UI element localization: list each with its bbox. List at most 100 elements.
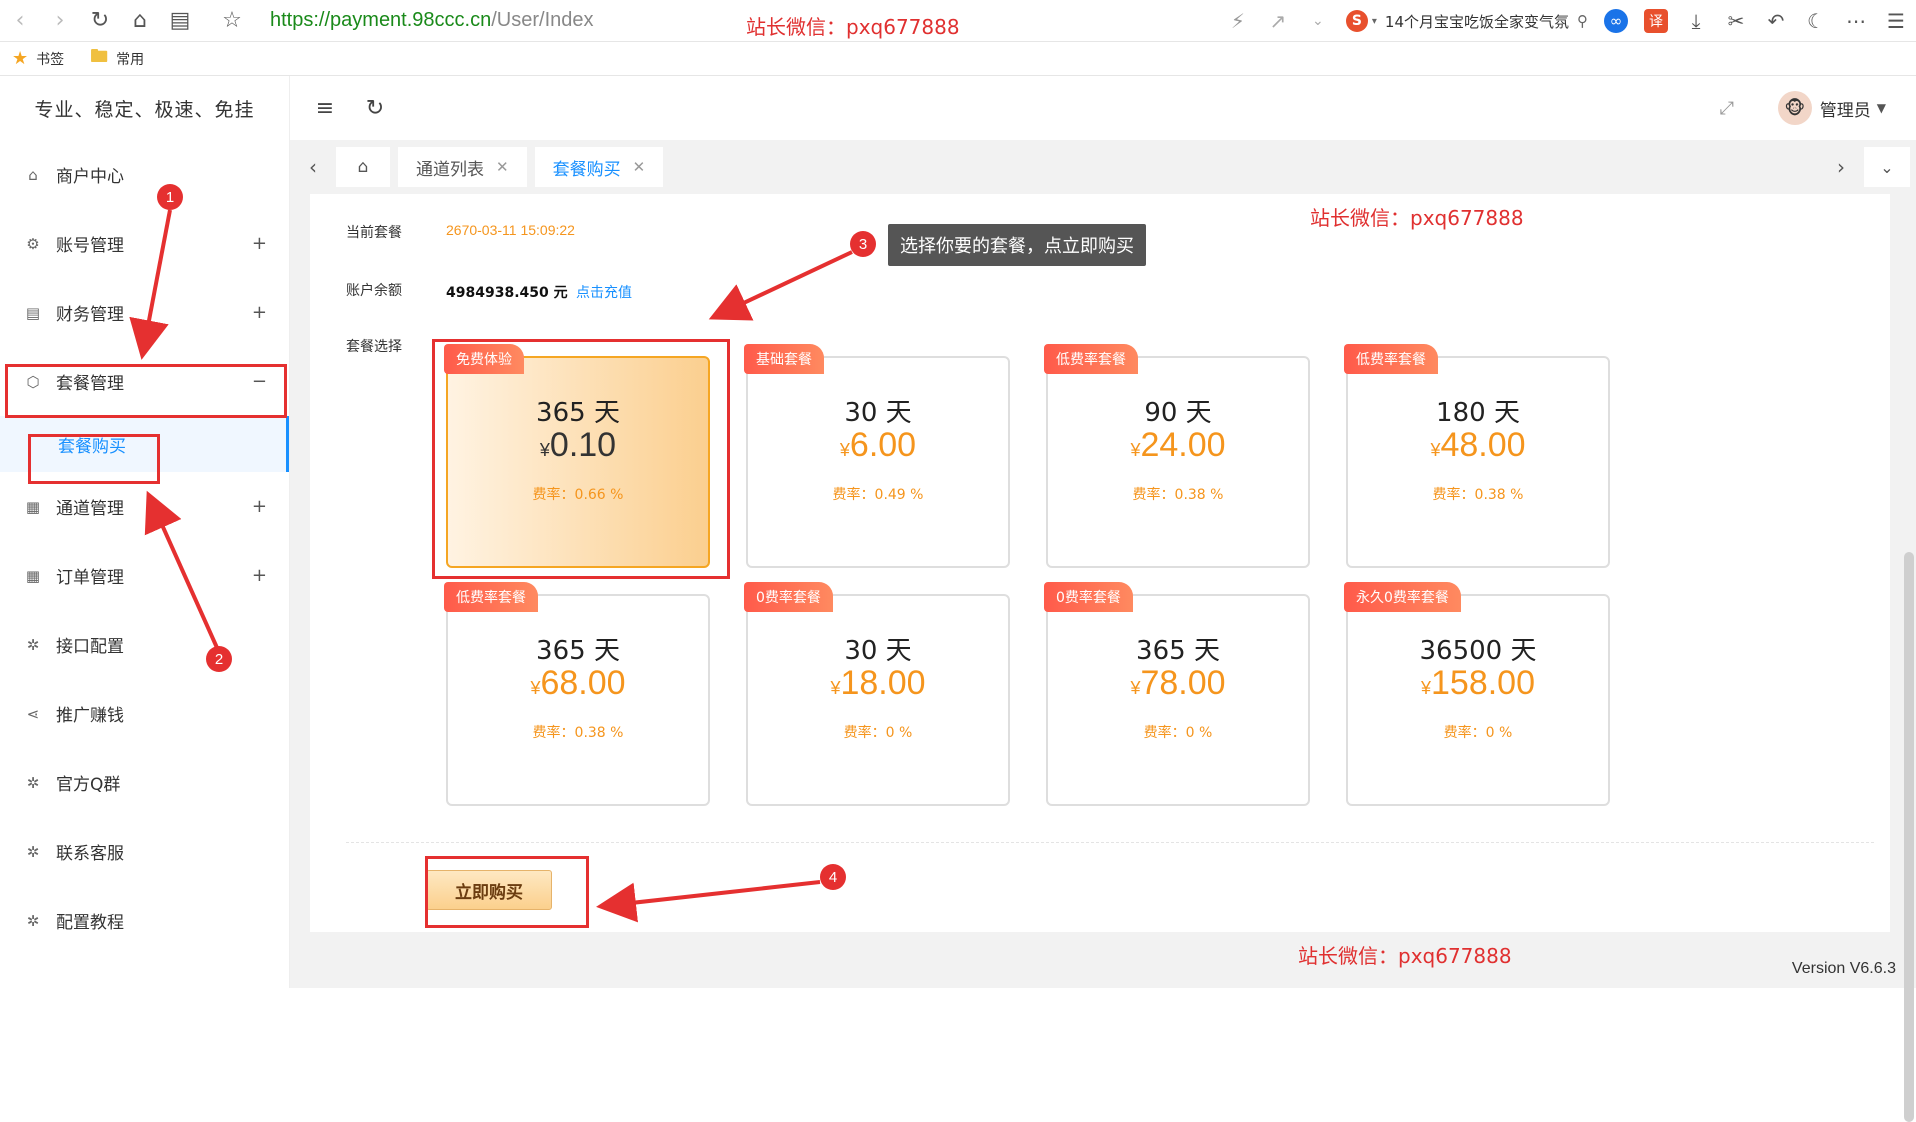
gear-icon: ⚙ bbox=[26, 234, 40, 253]
expand-icon[interactable]: + bbox=[252, 302, 267, 323]
package-tag: 低费率套餐 bbox=[1344, 344, 1438, 374]
package-rate: 费率：0 % bbox=[843, 725, 913, 741]
step-badge-4: 4 bbox=[820, 864, 846, 890]
tab-package-purchase[interactable]: 套餐购买 ✕ bbox=[534, 147, 664, 187]
package-tag: 0费率套餐 bbox=[1044, 582, 1133, 612]
forward-icon[interactable]: › bbox=[40, 0, 80, 42]
package-tag: 永久0费率套餐 bbox=[1344, 582, 1461, 612]
grid-icon: ▦ bbox=[25, 497, 41, 516]
download-icon[interactable]: ⤓ bbox=[1676, 0, 1716, 42]
scissors-icon[interactable]: ✂ bbox=[1716, 0, 1756, 42]
package-price: ¥18.00 bbox=[748, 664, 1008, 703]
infinity-icon[interactable]: ∞ bbox=[1596, 0, 1636, 42]
tab-bar: ‹ ⌂ 通道列表 ✕ 套餐购买 ✕ › ⌄ bbox=[290, 140, 1916, 194]
package-option-5[interactable]: 0费率套餐 30 天 ¥18.00 费率：0 % bbox=[744, 582, 1010, 806]
chevron-down-icon[interactable]: ⌄ bbox=[1298, 0, 1338, 42]
refresh-page-icon[interactable]: ↻ bbox=[350, 76, 400, 140]
tab-scroll-left-icon[interactable]: ‹ bbox=[290, 140, 336, 194]
search-box[interactable]: S ▾ 14个月宝宝吃饭全家变气氛 ⚲ bbox=[1338, 6, 1596, 36]
scrollbar-thumb[interactable] bbox=[1904, 552, 1914, 1122]
moon-icon[interactable]: ☾ bbox=[1796, 0, 1836, 42]
package-price: ¥68.00 bbox=[448, 664, 708, 703]
package-rate: 费率：0.49 % bbox=[832, 487, 924, 503]
sidebar-item-8[interactable]: ✲ 官方Q群 bbox=[0, 748, 289, 817]
bookmark-favorites[interactable]: ★ 书签 bbox=[12, 48, 64, 69]
share-icon: ⋖ bbox=[26, 704, 40, 723]
currency-symbol: ¥ bbox=[830, 678, 841, 698]
more-icon[interactable]: ⋯ bbox=[1836, 0, 1876, 42]
package-option-7[interactable]: 永久0费率套餐 36500 天 ¥158.00 费率：0 % bbox=[1344, 582, 1610, 806]
sidebar-item-label: 账号管理 bbox=[56, 236, 124, 256]
expand-icon[interactable]: + bbox=[252, 233, 267, 254]
address-bar[interactable]: https://payment.98ccc.cn/User/Index bbox=[270, 9, 594, 32]
package-option-2[interactable]: 低费率套餐 90 天 ¥24.00 费率：0.38 % bbox=[1044, 344, 1310, 568]
sidebar-item-label: 联系客服 bbox=[56, 844, 124, 864]
package-rate: 费率：0 % bbox=[1143, 725, 1213, 741]
search-icon[interactable]: ⚲ bbox=[1577, 12, 1588, 30]
refresh-icon[interactable]: ↻ bbox=[80, 0, 120, 42]
sidebar-item-2[interactable]: ▤ 财务管理 + bbox=[0, 278, 289, 347]
tab-dropdown-icon[interactable]: ⌄ bbox=[1864, 147, 1910, 187]
current-package-label: 当前套餐 bbox=[346, 225, 402, 241]
finance-icon: ▤ bbox=[25, 303, 41, 322]
sidebar-item-0[interactable]: ⌂ 商户中心 bbox=[0, 140, 289, 209]
package-option-1[interactable]: 基础套餐 30 天 ¥6.00 费率：0.49 % bbox=[744, 344, 1010, 568]
back-icon[interactable]: ‹ bbox=[0, 0, 40, 42]
home-icon[interactable]: ⌂ bbox=[120, 0, 160, 42]
package-option-6[interactable]: 0费率套餐 365 天 ¥78.00 费率：0 % bbox=[1044, 582, 1310, 806]
caret-down-icon: ▾ bbox=[1371, 15, 1377, 27]
step-badge-3: 3 bbox=[850, 231, 876, 257]
price-value: 18.00 bbox=[840, 664, 926, 702]
grid-icon: ▦ bbox=[25, 566, 41, 585]
share-page-icon[interactable]: ↗ bbox=[1258, 0, 1298, 42]
close-icon[interactable]: ✕ bbox=[633, 158, 646, 176]
sidebar-item-5[interactable]: ▦ 订单管理 + bbox=[0, 541, 289, 610]
price-value: 6.00 bbox=[849, 426, 917, 464]
step-badge-1: 1 bbox=[157, 184, 183, 210]
package-days: 30 天 bbox=[844, 636, 912, 666]
star-icon[interactable]: ☆ bbox=[212, 0, 252, 42]
tab-scroll-right-icon[interactable]: › bbox=[1818, 140, 1864, 194]
close-icon[interactable]: ✕ bbox=[496, 158, 509, 176]
tab-label: 通道列表 bbox=[416, 159, 484, 180]
balance-label: 账户余额 bbox=[346, 283, 402, 299]
translate-icon[interactable]: 译 bbox=[1636, 0, 1676, 42]
sidebar-item-1[interactable]: ⚙ 账号管理 + bbox=[0, 209, 289, 278]
sidebar: 专业、稳定、极速、免挂 ⌂ 商户中心 ⚙ 账号管理 + ▤ 财务管理 + ⬡ 套餐管理 − 套餐购买 ▦… bbox=[0, 76, 290, 988]
package-rate: 费率：0 % bbox=[1443, 725, 1513, 741]
sidebar-item-6[interactable]: ✲ 接口配置 bbox=[0, 610, 289, 679]
highlight-buy-button bbox=[425, 856, 589, 928]
tab-home[interactable]: ⌂ bbox=[336, 147, 390, 187]
user-menu[interactable]: ⤢ 🐵 管理员 ▼ bbox=[1702, 76, 1886, 140]
package-tag: 低费率套餐 bbox=[1044, 344, 1138, 374]
reader-icon[interactable]: ▤ bbox=[160, 0, 200, 42]
sidebar-item-9[interactable]: ✲ 联系客服 bbox=[0, 817, 289, 886]
collapse-menu-icon[interactable]: ≡ bbox=[300, 76, 350, 140]
sidebar-item-10[interactable]: ✲ 配置教程 bbox=[0, 886, 289, 955]
package-days: 90 天 bbox=[1144, 398, 1212, 428]
tab-label: 套餐购买 bbox=[552, 159, 621, 180]
undo-icon[interactable]: ↶ bbox=[1756, 0, 1796, 42]
expand-icon[interactable]: + bbox=[252, 565, 267, 586]
package-select-label: 套餐选择 bbox=[346, 339, 402, 355]
expand-icon[interactable]: + bbox=[252, 496, 267, 517]
bookmarks-bar: ★ 书签 🖿 常用 bbox=[0, 42, 1916, 76]
bookmark-common[interactable]: 🖿 常用 bbox=[90, 44, 144, 74]
package-option-4[interactable]: 低费率套餐 365 天 ¥68.00 费率：0.38 % bbox=[444, 582, 710, 806]
scrollbar[interactable] bbox=[1900, 194, 1916, 1122]
recharge-link[interactable]: 点击充值 bbox=[576, 282, 632, 302]
tab-channel-list[interactable]: 通道列表 ✕ bbox=[398, 147, 527, 187]
lightning-icon[interactable]: ⚡ bbox=[1218, 0, 1258, 42]
current-package-value: 2670-03-11 15:09:22 bbox=[446, 222, 575, 238]
sidebar-item-7[interactable]: ⋖ 推广赚钱 bbox=[0, 679, 289, 748]
highlight-package-menu bbox=[5, 364, 287, 418]
package-option-3[interactable]: 低费率套餐 180 天 ¥48.00 费率：0.38 % bbox=[1344, 344, 1610, 568]
package-rate: 费率：0.38 % bbox=[1132, 487, 1224, 503]
fullscreen-icon[interactable]: ⤢ bbox=[1702, 76, 1752, 140]
sidebar-item-label: 推广赚钱 bbox=[56, 706, 124, 726]
highlight-purchase-submenu bbox=[28, 434, 160, 484]
tab-controls: › ⌄ bbox=[1818, 140, 1916, 194]
sidebar-item-label: 通道管理 bbox=[56, 499, 124, 519]
menu-icon[interactable]: ☰ bbox=[1876, 0, 1916, 42]
package-rate: 费率：0.38 % bbox=[1432, 487, 1524, 503]
